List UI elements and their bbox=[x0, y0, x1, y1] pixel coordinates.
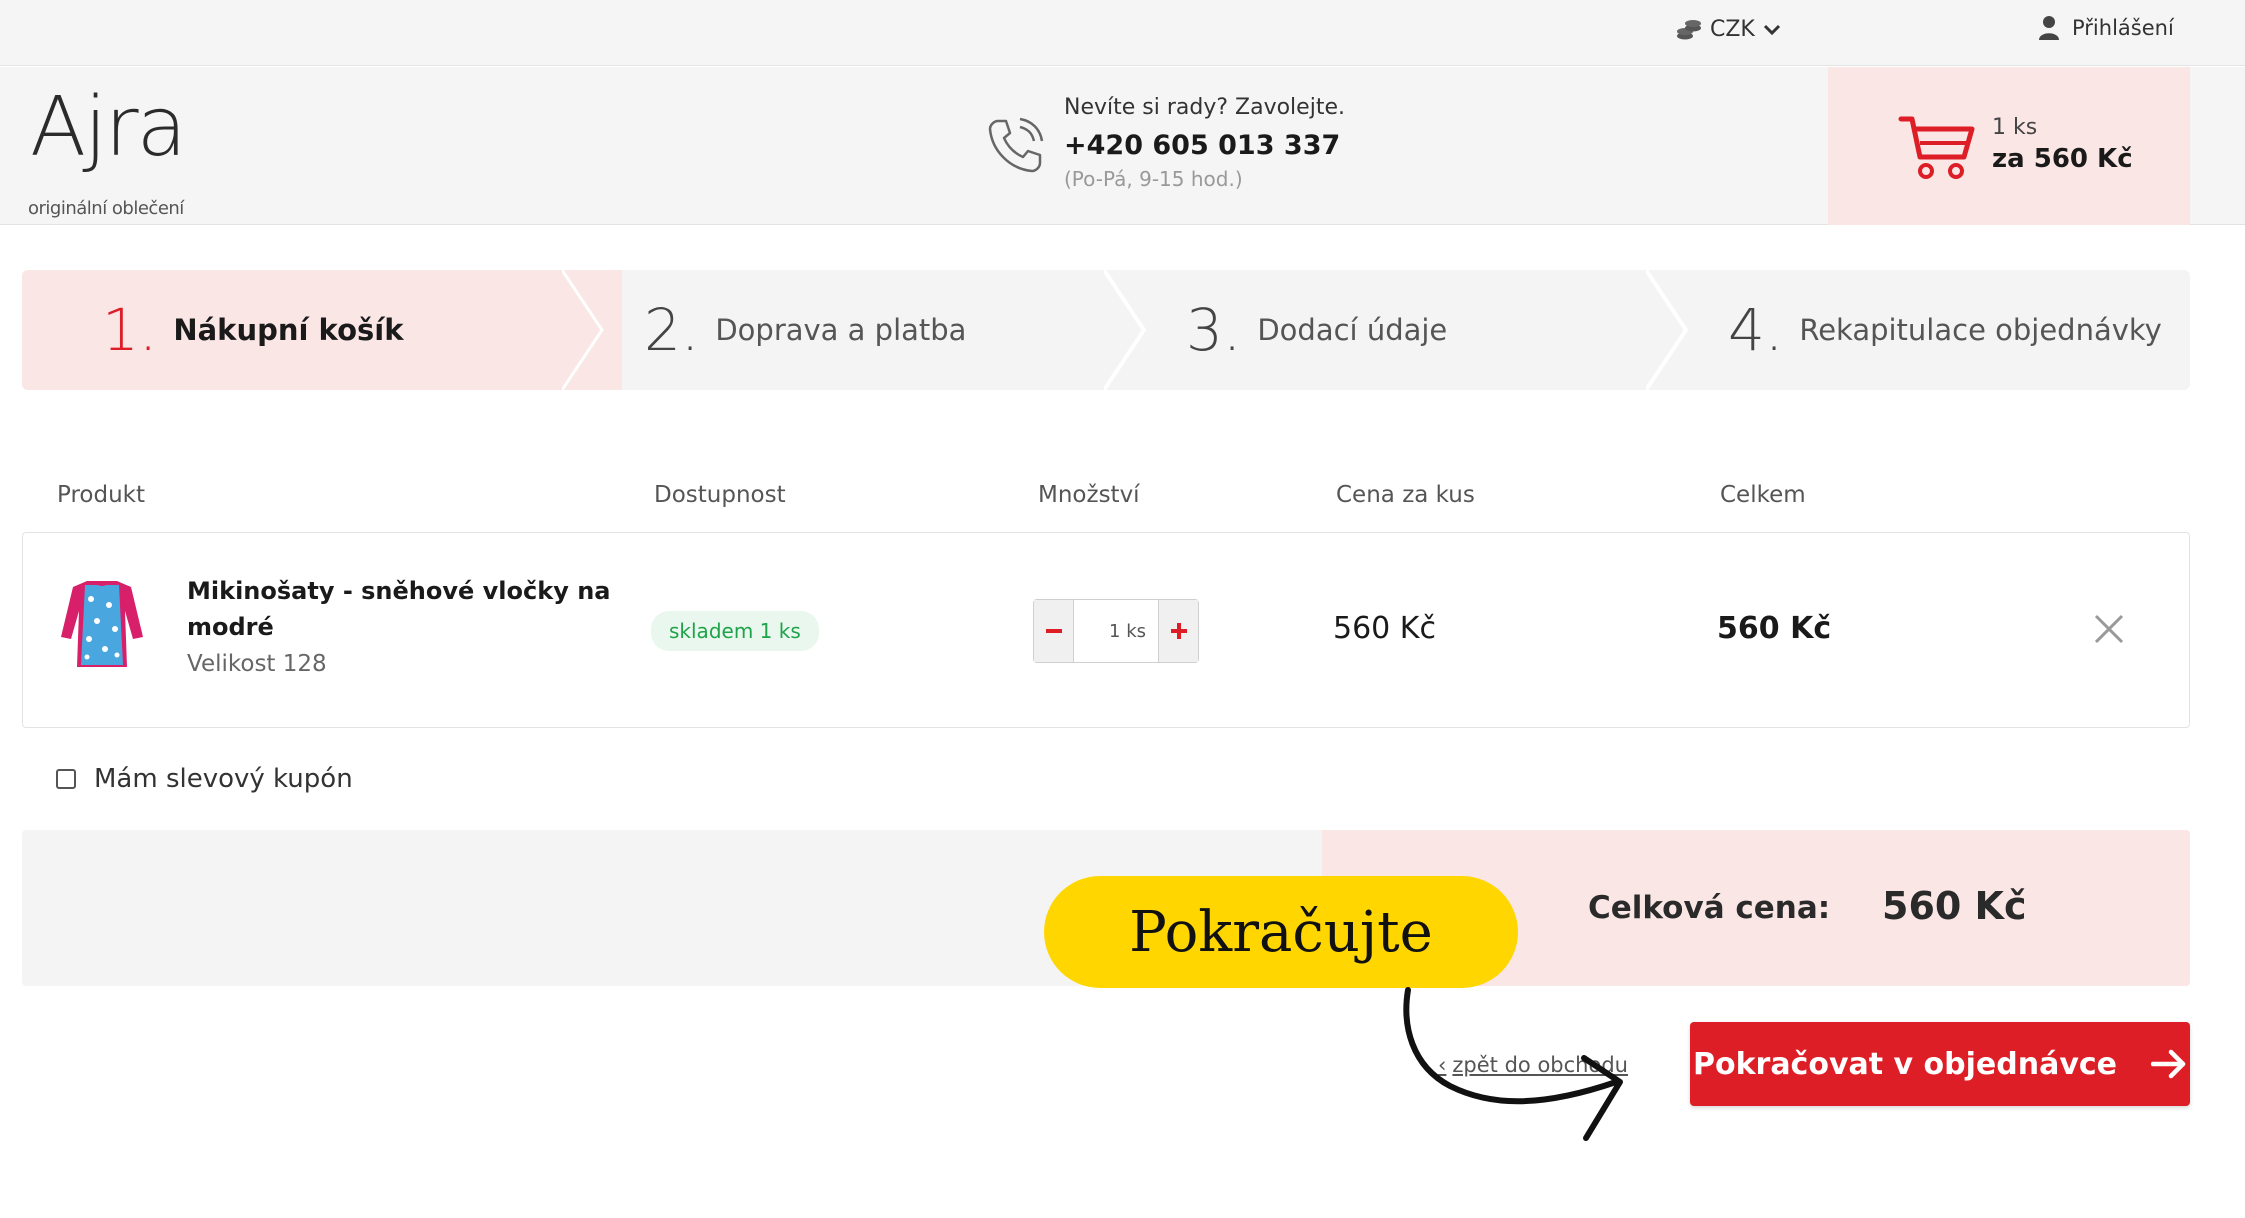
step-order-summary[interactable]: 4. Rekapitulace objednávky bbox=[1728, 270, 2162, 390]
continue-button-label: Pokračovat v objednávce bbox=[1692, 1046, 2118, 1082]
cart-icon bbox=[1898, 116, 1975, 179]
column-header-quantity: Množství bbox=[1038, 482, 1140, 508]
phone-icon bbox=[988, 117, 1044, 173]
plus-icon bbox=[1170, 623, 1187, 639]
logo-tagline: originální oblečení bbox=[28, 198, 184, 219]
continue-order-button[interactable]: Pokračovat v objednávce bbox=[1690, 1022, 2190, 1106]
currency-label: CZK bbox=[1710, 17, 1755, 42]
column-header-unit-price: Cena za kus bbox=[1336, 482, 1475, 508]
top-bar: CZK Přihlášení bbox=[0, 0, 2245, 66]
contact-question: Nevíte si rady? Zavolejte. bbox=[1064, 95, 1345, 120]
site-logo[interactable]: Ajra originální oblečení bbox=[26, 80, 187, 220]
unit-price: 560 Kč bbox=[1333, 611, 1436, 646]
step-label: Doprava a platba bbox=[715, 313, 967, 347]
step-label: Rekapitulace objednávky bbox=[1799, 313, 2162, 347]
quantity-stepper: 1 ks bbox=[1033, 599, 1199, 663]
availability-badge: skladem 1 ks bbox=[651, 611, 819, 651]
login-link[interactable]: Přihlášení bbox=[2038, 15, 2174, 41]
step-separator bbox=[562, 270, 604, 390]
step-shipping-payment[interactable]: 2. Doprava a platba bbox=[644, 270, 966, 390]
header-cart[interactable]: 1 ks za 560 Kč bbox=[1828, 67, 2190, 225]
column-header-availability: Dostupnost bbox=[654, 482, 786, 508]
login-label: Přihlášení bbox=[2072, 16, 2174, 40]
step-number: 4. bbox=[1728, 296, 1784, 364]
total-value: 560 Kč bbox=[1882, 884, 2027, 928]
logo-wordmark: Ajra bbox=[30, 80, 187, 175]
step-label: Dodací údaje bbox=[1257, 313, 1448, 347]
remove-item-icon[interactable] bbox=[2093, 613, 2125, 645]
coupon-label: Mám slevový kupón bbox=[94, 764, 353, 794]
step-label: Nákupní košík bbox=[173, 313, 404, 347]
product-name[interactable]: Mikinošaty - sněhové vločky na modré bbox=[187, 573, 617, 645]
site-header: Ajra originální oblečení Nevíte si rady?… bbox=[0, 67, 2245, 225]
coupon-toggle[interactable]: Mám slevový kupón bbox=[56, 764, 353, 794]
row-total: 560 Kč bbox=[1717, 611, 1832, 646]
annotation-arrow-icon bbox=[1403, 987, 1623, 1141]
step-delivery-details[interactable]: 3. Dodací údaje bbox=[1186, 270, 1447, 390]
step-separator bbox=[1646, 270, 1689, 390]
phone-hours: (Po-Pá, 9-15 hod.) bbox=[1064, 167, 1243, 191]
cart-summary: 1 ks za 560 Kč bbox=[1992, 115, 2133, 174]
cart-count: 1 ks bbox=[1992, 115, 2038, 140]
step-number: 2. bbox=[644, 296, 700, 364]
step-cart[interactable]: 1. Nákupní košík bbox=[102, 270, 403, 390]
annotation-bubble: Pokračujte bbox=[1044, 876, 1518, 988]
phone-number[interactable]: +420 605 013 337 bbox=[1064, 130, 1345, 161]
quantity-input[interactable]: 1 ks bbox=[1074, 600, 1158, 662]
arrow-right-icon bbox=[2151, 1049, 2186, 1079]
total-label: Celková cena: bbox=[1588, 890, 1831, 926]
checkout-steps: 1. Nákupní košík 2. Doprava a platba 3. … bbox=[22, 270, 2190, 390]
coins-icon bbox=[1677, 19, 1701, 39]
product-variant: Velikost 128 bbox=[187, 651, 327, 677]
user-icon bbox=[2039, 16, 2059, 40]
contact-info: Nevíte si rady? Zavolejte. +420 605 013 … bbox=[1064, 95, 1345, 191]
chevron-down-icon bbox=[1763, 24, 1780, 35]
coupon-checkbox[interactable] bbox=[56, 769, 76, 789]
step-number: 3. bbox=[1186, 296, 1242, 364]
product-thumbnail[interactable] bbox=[57, 577, 147, 673]
currency-selector[interactable]: CZK bbox=[1676, 17, 1781, 42]
step-number: 1. bbox=[102, 296, 158, 364]
cart-total: za 560 Kč bbox=[1992, 144, 2133, 174]
quantity-increase-button[interactable] bbox=[1158, 600, 1198, 662]
minus-icon bbox=[1045, 629, 1062, 633]
column-header-product: Produkt bbox=[57, 482, 146, 508]
column-header-total: Celkem bbox=[1720, 482, 1806, 508]
step-separator bbox=[1104, 270, 1147, 390]
quantity-decrease-button[interactable] bbox=[1034, 600, 1074, 662]
table-row: Mikinošaty - sněhové vločky na modré Vel… bbox=[22, 532, 2190, 728]
